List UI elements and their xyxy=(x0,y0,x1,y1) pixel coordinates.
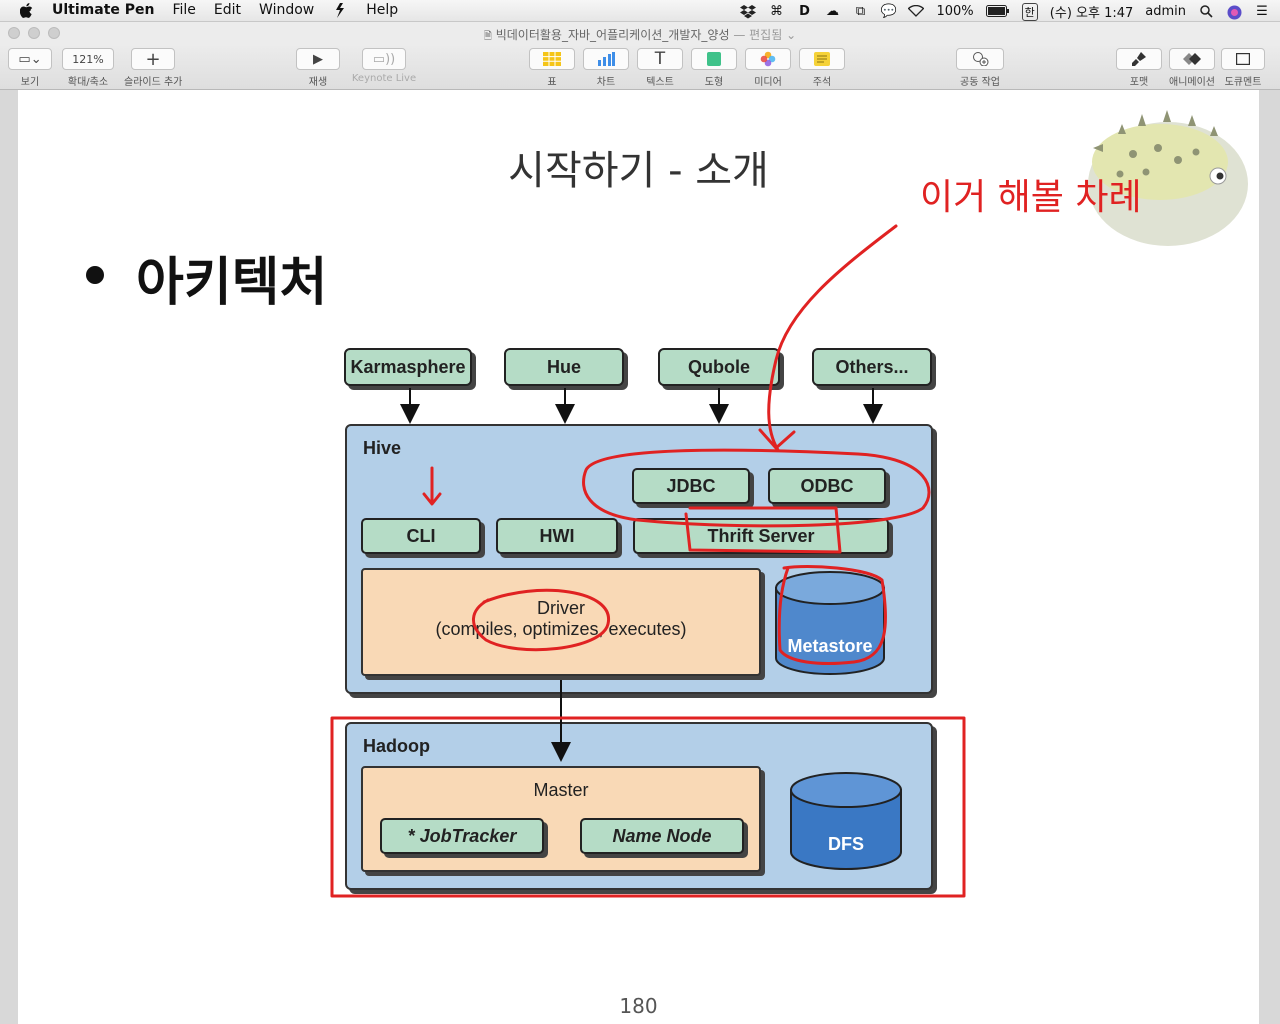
format-label: 포맷 xyxy=(1129,77,1149,88)
shape-icon xyxy=(691,48,737,70)
text-button[interactable]: T 텍스트 xyxy=(637,48,683,88)
chart-label: 차트 xyxy=(596,77,616,88)
media-label: 미디어 xyxy=(754,77,782,88)
cli-box[interactable]: CLI xyxy=(361,518,481,554)
clock[interactable]: (수) 오후 1:47 xyxy=(1050,2,1133,21)
keynote-live-label: Keynote Live xyxy=(351,73,417,84)
add-slide-label: 슬라이드 추가 xyxy=(124,77,183,88)
animate-button[interactable]: 애니메이션 xyxy=(1166,48,1218,88)
slide-canvas[interactable]: 시작하기 - 소개 아키텍처 Karmasphere Hue Qubole Ot… xyxy=(0,90,1280,1024)
namenode-box[interactable]: Name Node xyxy=(580,818,744,854)
comment-button[interactable]: 주석 xyxy=(799,48,845,88)
document-name: 빅데이터활용_자바_어플리케이션_개발자_양성 xyxy=(495,28,730,42)
table-button[interactable]: 표 xyxy=(529,48,575,88)
app-name-menu[interactable]: Ultimate Pen xyxy=(52,2,154,18)
collaborate-label: 공동 작업 xyxy=(960,77,1000,88)
client-karmasphere[interactable]: Karmasphere xyxy=(344,348,472,386)
chart-button[interactable]: 차트 xyxy=(583,48,629,88)
play-icon: ▶ xyxy=(296,48,340,70)
toolbar: ▭⌄ 보기 121% 확대/축소 + 슬라이드 추가 ▶ 재생 ▭)) Keyn… xyxy=(0,44,1280,90)
shape-button[interactable]: 도형 xyxy=(691,48,737,88)
add-person-icon xyxy=(956,48,1004,70)
view-label: 보기 xyxy=(20,77,40,88)
client-qubole[interactable]: Qubole xyxy=(658,348,780,386)
apple-menu-icon[interactable] xyxy=(18,3,34,18)
siri-icon[interactable] xyxy=(1226,5,1242,19)
table-label: 표 xyxy=(547,77,557,88)
window-title-bar: 🗎 빅데이터활용_자바_어플리케이션_개발자_양성 — 편집됨 ⌄ xyxy=(0,22,1280,44)
add-slide-button[interactable]: + 슬라이드 추가 xyxy=(124,48,182,88)
media-button[interactable]: 미디어 xyxy=(745,48,791,88)
user-name[interactable]: admin xyxy=(1145,4,1186,19)
spotlight-search-icon[interactable] xyxy=(1198,4,1214,19)
client-others[interactable]: Others... xyxy=(812,348,932,386)
pen-tool-icon[interactable] xyxy=(332,3,348,18)
jobtracker-box[interactable]: * JobTracker xyxy=(380,818,544,854)
page-number: 180 xyxy=(619,994,658,1018)
plus-icon: + xyxy=(131,48,175,70)
hadoop-panel-title: Hadoop xyxy=(363,736,430,756)
document-title[interactable]: 🗎 빅데이터활용_자바_어플리케이션_개발자_양성 — 편집됨 ⌄ xyxy=(0,26,1280,46)
zoom-dropdown[interactable]: 121% 확대/축소 xyxy=(62,48,114,88)
text-icon: T xyxy=(637,48,683,70)
client-hue[interactable]: Hue xyxy=(504,348,624,386)
photos-icon xyxy=(745,48,791,70)
thrift-server-box[interactable]: Thrift Server xyxy=(633,518,889,554)
sidebar-view-icon: ▭⌄ xyxy=(8,48,52,70)
annotation-text[interactable]: 이거 해볼 차례 xyxy=(920,168,1142,220)
format-button[interactable]: 포맷 xyxy=(1116,48,1162,88)
comment-icon xyxy=(799,48,845,70)
battery-icon[interactable] xyxy=(985,4,1010,19)
master-label: Master xyxy=(533,780,589,800)
slide[interactable]: 시작하기 - 소개 아키텍처 Karmasphere Hue Qubole Ot… xyxy=(18,90,1259,1024)
file-menu[interactable]: File xyxy=(172,2,195,18)
annotation-curve-arrow xyxy=(767,224,898,452)
paintbrush-icon xyxy=(1116,48,1162,70)
document-button[interactable]: 도큐멘트 xyxy=(1220,48,1266,88)
d-app-icon[interactable]: D xyxy=(796,4,812,19)
notification-center-icon[interactable]: ☰ xyxy=(1254,4,1270,19)
menu-bar: Ultimate Pen File Edit Window Help ⌘ D ☁… xyxy=(0,0,1280,22)
bullet-text[interactable]: 아키텍처 xyxy=(136,240,327,315)
hwi-box[interactable]: HWI xyxy=(496,518,618,554)
battery-percent: 100% xyxy=(936,4,974,19)
play-button[interactable]: ▶ 재생 xyxy=(296,48,340,88)
driver-description: (compiles, optimizes, executes) xyxy=(435,619,687,639)
document-panel-icon xyxy=(1221,48,1265,70)
screen-share-icon[interactable]: ⧉ xyxy=(852,4,868,19)
shape-label: 도형 xyxy=(704,77,724,88)
driver-box[interactable]: Driver (compiles, optimizes, executes) xyxy=(361,568,761,676)
hive-panel-title: Hive xyxy=(363,438,402,458)
jdbc-box[interactable]: JDBC xyxy=(632,468,750,504)
document-icon: 🗎 xyxy=(483,31,492,42)
chart-icon xyxy=(583,48,629,70)
window-menu[interactable]: Window xyxy=(259,2,314,18)
document-label: 도큐멘트 xyxy=(1224,77,1262,88)
command-key-icon[interactable]: ⌘ xyxy=(768,4,784,19)
keynote-live-icon: ▭)) xyxy=(362,48,406,70)
zoom-value: 121% xyxy=(62,48,114,70)
edit-menu[interactable]: Edit xyxy=(214,2,241,18)
chevron-down-icon[interactable]: ⌄ xyxy=(786,28,796,42)
collaborate-button[interactable]: 공동 작업 xyxy=(956,48,1004,88)
odbc-box[interactable]: ODBC xyxy=(768,468,886,504)
wifi-icon[interactable] xyxy=(908,4,925,19)
bullet-dot xyxy=(86,266,104,284)
animate-diamond-icon xyxy=(1169,48,1215,70)
animate-label: 애니메이션 xyxy=(1169,77,1215,88)
play-label: 재생 xyxy=(308,77,328,88)
chat-bubble-icon[interactable]: 💬 xyxy=(880,4,896,19)
table-icon xyxy=(529,48,575,70)
dropbox-icon[interactable] xyxy=(740,4,757,19)
comment-label: 주석 xyxy=(812,77,832,88)
text-label: 텍스트 xyxy=(646,77,674,88)
zoom-label: 확대/축소 xyxy=(67,77,109,88)
keynote-live-button[interactable]: ▭)) Keynote Live xyxy=(350,48,418,84)
view-button[interactable]: ▭⌄ 보기 xyxy=(8,48,52,88)
help-menu[interactable]: Help xyxy=(366,2,398,18)
cloud-icon[interactable]: ☁ xyxy=(824,4,840,19)
input-source-indicator[interactable]: 한 xyxy=(1021,2,1038,21)
driver-label: Driver xyxy=(537,598,585,618)
edited-status: — 편집됨 xyxy=(733,28,783,42)
